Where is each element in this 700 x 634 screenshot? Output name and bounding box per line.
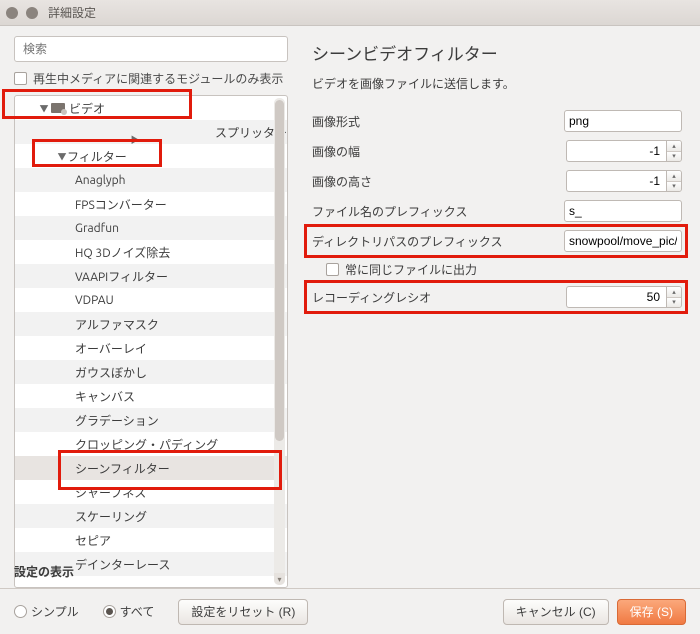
- tree-item-filter-child[interactable]: Gradfun: [15, 216, 287, 240]
- image-width-label: 画像の幅: [312, 143, 566, 160]
- scrollbar[interactable]: ▾: [274, 98, 285, 585]
- tree-item-filter-child[interactable]: Anaglyph: [15, 168, 287, 192]
- tree-item-filter-child[interactable]: スケーリング: [15, 504, 287, 528]
- right-panel: シーンビデオフィルター ビデオを画像ファイルに送信します。 画像形式 画像の幅 …: [296, 26, 700, 588]
- recording-ratio-input[interactable]: [566, 286, 666, 308]
- spin-down-icon[interactable]: ▾: [667, 151, 681, 162]
- radio-simple-label: シンプル: [31, 603, 79, 620]
- tree-item-filter-child[interactable]: グラデーション: [15, 408, 287, 432]
- tree-item-label: グラデーション: [75, 412, 159, 429]
- search-input[interactable]: [21, 41, 281, 57]
- dir-prefix-label: ディレクトリパスのプレフィックス: [312, 233, 564, 250]
- radio-simple[interactable]: シンプル: [14, 603, 79, 620]
- image-height-stepper[interactable]: ▴ ▾: [666, 170, 682, 192]
- category-tree[interactable]: ビデオスプリッターフィルター Anaglyph FPSコンバーター Gradfun HQ…: [14, 95, 288, 588]
- row-dir-prefix: ディレクトリパスのプレフィックス: [312, 226, 682, 256]
- dir-prefix-input[interactable]: [564, 230, 682, 252]
- radio-all[interactable]: すべて: [103, 603, 155, 620]
- checkbox-icon[interactable]: [14, 72, 27, 85]
- tree-item-label: HQ 3Dノイズ除去: [75, 244, 170, 261]
- close-icon[interactable]: [6, 7, 18, 19]
- tree-item-label: VAAPIフィルター: [75, 268, 168, 285]
- tree-item-label: オーバーレイ: [75, 340, 147, 357]
- tree-item-filter-child[interactable]: HQ 3Dノイズ除去: [15, 240, 287, 264]
- row-image-height: 画像の高さ ▴ ▾: [312, 166, 682, 196]
- spin-up-icon[interactable]: ▴: [667, 141, 681, 151]
- save-button[interactable]: 保存 (S): [617, 599, 686, 625]
- tree-item-filter-child[interactable]: シーンフィルター: [15, 456, 287, 480]
- spin-down-icon[interactable]: ▾: [667, 297, 681, 308]
- tree-item-label: クロッピング・パディング: [75, 436, 218, 453]
- spin-up-icon[interactable]: ▴: [667, 171, 681, 181]
- image-width-input[interactable]: [566, 140, 666, 162]
- always-same-file-label: 常に同じファイルに出力: [345, 261, 477, 278]
- spin-down-icon[interactable]: ▾: [667, 181, 681, 192]
- radio-icon[interactable]: [103, 605, 116, 618]
- display-settings-label: 設定の表示: [14, 563, 74, 580]
- row-filename-prefix: ファイル名のプレフィックス: [312, 196, 682, 226]
- tree-item-filter-child[interactable]: オーバーレイ: [15, 336, 287, 360]
- tree-item-label: VDPAU: [75, 294, 114, 307]
- page-title: シーンビデオフィルター: [312, 40, 682, 65]
- titlebar: 詳細設定: [0, 0, 700, 26]
- tree-item-label: シャープネス: [75, 484, 146, 501]
- scroll-down-icon[interactable]: ▾: [274, 573, 285, 585]
- tree-item-filter-child[interactable]: ガウスぼかし: [15, 360, 287, 384]
- tree-item-label: Anaglyph: [75, 174, 126, 187]
- tree-item-filter-child[interactable]: キャンバス: [15, 384, 287, 408]
- tree-item-label: シーンフィルター: [75, 460, 170, 477]
- scrollbar-thumb[interactable]: [275, 100, 284, 441]
- tree-item-splitter[interactable]: スプリッター: [15, 120, 287, 144]
- tree-item-label: キャンバス: [75, 388, 135, 405]
- row-always-same-file[interactable]: 常に同じファイルに出力: [326, 256, 682, 282]
- tree-item-filter-child[interactable]: クロッピング・パディング: [15, 432, 287, 456]
- tree-item-filter-child[interactable]: VAAPIフィルター: [15, 264, 287, 288]
- search-input-wrap[interactable]: [14, 36, 288, 62]
- tree-item-label: FPSコンバーター: [75, 196, 167, 213]
- checkbox-icon[interactable]: [326, 263, 339, 276]
- row-image-width: 画像の幅 ▴ ▾: [312, 136, 682, 166]
- tree-item-filter-child[interactable]: VDPAU: [15, 288, 287, 312]
- tree-item-label: ガウスぼかし: [75, 364, 147, 381]
- bottom-bar: シンプル すべて 設定をリセット (R) キャンセル (C) 保存 (S): [0, 588, 700, 634]
- recording-ratio-stepper[interactable]: ▴ ▾: [666, 286, 682, 308]
- recording-ratio-label: レコーディングレシオ: [312, 289, 566, 306]
- radio-all-label: すべて: [120, 603, 155, 620]
- reset-button[interactable]: 設定をリセット (R): [178, 599, 308, 625]
- tree-item-label: セピア: [75, 532, 111, 549]
- image-format-input[interactable]: [564, 110, 682, 132]
- tree-item-filter-child[interactable]: シャープネス: [15, 480, 287, 504]
- image-height-input[interactable]: [566, 170, 666, 192]
- page-description: ビデオを画像ファイルに送信します。: [312, 75, 682, 92]
- cancel-button[interactable]: キャンセル (C): [503, 599, 609, 625]
- row-image-format: 画像形式: [312, 106, 682, 136]
- only-playing-modules-checkbox-row[interactable]: 再生中メディアに関連するモジュールのみ表示: [14, 70, 288, 87]
- tree-item-label: アルファマスク: [75, 316, 159, 333]
- tree-item-label: Gradfun: [75, 222, 119, 235]
- tree-item-label: ビデオ: [69, 100, 105, 117]
- image-height-label: 画像の高さ: [312, 173, 566, 190]
- filename-prefix-input[interactable]: [564, 200, 682, 222]
- image-width-stepper[interactable]: ▴ ▾: [666, 140, 682, 162]
- filename-prefix-label: ファイル名のプレフィックス: [312, 203, 564, 220]
- tree-item-label: デインターレース: [75, 556, 170, 573]
- image-format-label: 画像形式: [312, 113, 564, 130]
- minimize-icon[interactable]: [26, 7, 38, 19]
- row-recording-ratio: レコーディングレシオ ▴ ▾: [312, 282, 682, 312]
- tree-item-label: スケーリング: [75, 508, 147, 525]
- spin-up-icon[interactable]: ▴: [667, 287, 681, 297]
- tree-item-label: フィルター: [67, 148, 127, 165]
- tree-item-filter-child[interactable]: アルファマスク: [15, 312, 287, 336]
- only-playing-modules-label: 再生中メディアに関連するモジュールのみ表示: [33, 70, 283, 87]
- tree-item-filter-child[interactable]: FPSコンバーター: [15, 192, 287, 216]
- left-panel: 再生中メディアに関連するモジュールのみ表示 ビデオスプリッターフィルター Anag…: [0, 26, 296, 588]
- tree-item-video[interactable]: ビデオ: [15, 96, 287, 120]
- tree-item-filter[interactable]: フィルター: [15, 144, 287, 168]
- window-title: 詳細設定: [48, 4, 96, 21]
- radio-icon[interactable]: [14, 605, 27, 618]
- tree-item-filter-child[interactable]: セピア: [15, 528, 287, 552]
